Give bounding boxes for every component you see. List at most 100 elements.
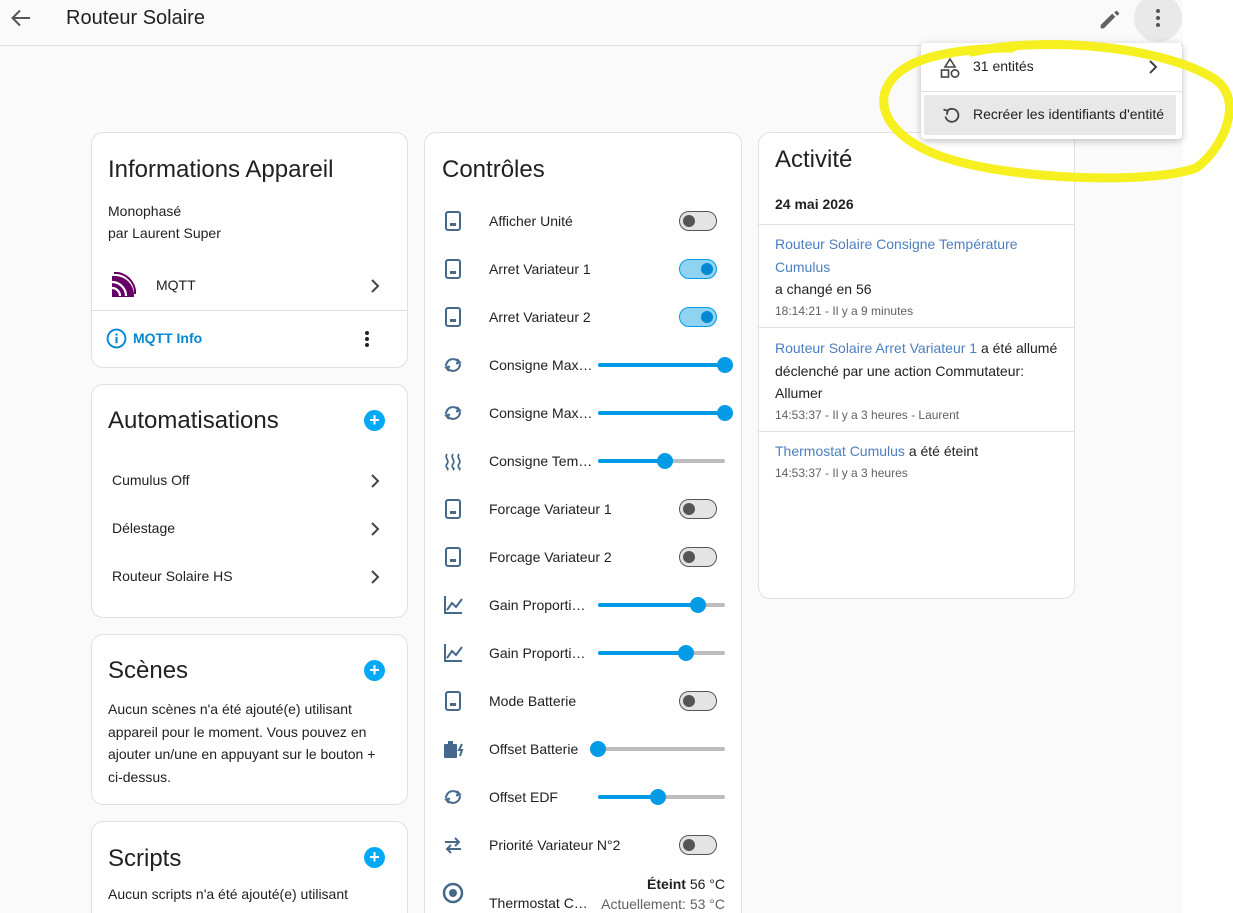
cellphone-icon bbox=[445, 547, 461, 567]
cycle-arrows-icon bbox=[444, 790, 462, 804]
control-label[interactable]: Forcage Variateur 1 bbox=[489, 501, 612, 517]
toggle-switch[interactable] bbox=[679, 547, 717, 567]
menu-divider bbox=[921, 91, 1182, 92]
toggle-knob bbox=[683, 695, 695, 707]
slider[interactable] bbox=[598, 357, 733, 373]
menu-recreate-label: Recréer les identifiants d'entité bbox=[973, 106, 1164, 122]
activity-entity-link[interactable]: Thermostat Cumulus bbox=[775, 443, 905, 459]
cellphone-icon bbox=[445, 259, 461, 279]
activity-entity-link[interactable]: Routeur Solaire Consigne Température Cum… bbox=[775, 236, 1018, 275]
overflow-menu: 31 entités Recréer les identifiants d'en… bbox=[921, 43, 1182, 139]
integration-row[interactable] bbox=[92, 262, 407, 308]
page-margin bbox=[1183, 0, 1233, 913]
slider-thumb[interactable] bbox=[590, 741, 606, 757]
toggle-switch[interactable] bbox=[679, 211, 717, 231]
climate-state: Éteint 56 °C bbox=[647, 876, 725, 892]
mqtt-info-label: MQTT Info bbox=[133, 330, 203, 346]
back-arrow-icon[interactable] bbox=[4, 0, 34, 36]
slider-thumb[interactable] bbox=[677, 645, 694, 661]
toggle-switch[interactable] bbox=[679, 691, 717, 711]
divider bbox=[759, 327, 1074, 328]
toggle-switch[interactable] bbox=[679, 499, 717, 519]
divider bbox=[759, 431, 1074, 432]
battery-charging-icon bbox=[444, 741, 464, 758]
mqtt-info-button[interactable]: MQTT Info bbox=[106, 326, 206, 350]
automation-item[interactable]: Cumulus Off bbox=[92, 456, 407, 504]
menu-item-entities[interactable]: 31 entités bbox=[924, 47, 1176, 87]
slider[interactable] bbox=[598, 645, 725, 661]
toggle-knob bbox=[683, 839, 695, 851]
slider[interactable] bbox=[598, 789, 725, 805]
chevron-right-icon bbox=[371, 570, 380, 584]
shapes-icon bbox=[940, 57, 960, 79]
automations-title: Automatisations bbox=[108, 407, 279, 434]
control-label[interactable]: Forcage Variateur 2 bbox=[489, 549, 612, 565]
slider-thumb[interactable] bbox=[649, 789, 666, 805]
slider-fill bbox=[598, 459, 666, 463]
slider[interactable] bbox=[590, 741, 725, 757]
toggle-knob bbox=[683, 551, 695, 563]
automation-label: Routeur Solaire HS bbox=[112, 568, 233, 584]
control-label[interactable]: Thermostat C… bbox=[489, 895, 588, 911]
overflow-menu-button[interactable] bbox=[1134, 0, 1182, 42]
control-label[interactable]: Afficher Unité bbox=[489, 213, 573, 229]
cellphone-icon bbox=[445, 691, 461, 711]
control-label[interactable]: Arret Variateur 2 bbox=[489, 309, 591, 325]
info-circle-icon bbox=[106, 328, 127, 349]
control-label[interactable]: Mode Batterie bbox=[489, 693, 576, 709]
add-script-button[interactable]: + bbox=[364, 847, 385, 868]
dots-vertical-icon[interactable] bbox=[357, 329, 377, 349]
slider[interactable] bbox=[598, 597, 725, 613]
toggle-knob bbox=[701, 263, 713, 275]
toggle-switch[interactable] bbox=[679, 259, 717, 279]
control-label[interactable]: Consigne Max… bbox=[489, 405, 593, 421]
edit-pencil-icon[interactable] bbox=[1096, 5, 1124, 33]
activity-entity-link[interactable]: Routeur Solaire Arret Variateur 1 bbox=[775, 340, 977, 356]
add-scene-button[interactable]: + bbox=[364, 660, 385, 681]
add-automation-button[interactable]: + bbox=[364, 410, 385, 431]
slider-thumb[interactable] bbox=[717, 357, 733, 373]
menu-item-recreate-entity-ids[interactable]: Recréer les identifiants d'entité bbox=[924, 95, 1176, 135]
toggle-switch[interactable] bbox=[679, 307, 717, 327]
slider[interactable] bbox=[598, 405, 733, 421]
heat-waves-icon bbox=[445, 453, 461, 471]
activity-text: a été éteint bbox=[908, 443, 979, 459]
scenes-title: Scènes bbox=[108, 657, 189, 684]
slider-thumb[interactable] bbox=[717, 405, 733, 421]
automation-item[interactable]: Routeur Solaire HS bbox=[92, 552, 407, 600]
control-label[interactable]: Consigne Tem… bbox=[489, 453, 592, 469]
swap-arrows-icon bbox=[445, 837, 461, 854]
activity-meta: 14:53:37 - Il y a 3 heures - Laurent bbox=[775, 407, 960, 422]
control-label[interactable]: Consigne Max… bbox=[489, 357, 593, 373]
automation-label: Délestage bbox=[112, 520, 176, 536]
control-label[interactable]: Priorité Variateur N°2 bbox=[489, 837, 620, 853]
divider bbox=[759, 224, 1074, 225]
chart-line-icon bbox=[444, 596, 463, 614]
toggle-switch[interactable] bbox=[679, 835, 717, 855]
activity-title: Activité bbox=[775, 146, 853, 173]
chevron-right-icon bbox=[371, 279, 380, 293]
divider bbox=[92, 310, 407, 311]
slider[interactable] bbox=[598, 453, 725, 469]
dots-vertical-icon bbox=[1156, 9, 1160, 27]
activity-date: 24 mai 2026 bbox=[775, 196, 854, 212]
control-label[interactable]: Offset EDF bbox=[489, 789, 558, 805]
control-label[interactable]: Gain Proporti… bbox=[489, 645, 585, 661]
mqtt-icon bbox=[110, 272, 136, 298]
menu-entities-label: 31 entités bbox=[973, 58, 1034, 74]
automation-label: Cumulus Off bbox=[112, 472, 190, 488]
control-label[interactable]: Offset Batterie bbox=[489, 741, 578, 757]
cycle-arrows-icon bbox=[444, 358, 462, 372]
scenes-empty-text: Aucun scènes n'a été ajouté(e) utilisant… bbox=[108, 701, 376, 785]
climate-target: 56 °C bbox=[689, 876, 725, 892]
activity-text: a changé en 56 bbox=[775, 281, 872, 297]
activity-entry: Routeur Solaire Consigne Température Cum… bbox=[775, 233, 1060, 321]
control-label[interactable]: Arret Variateur 1 bbox=[489, 261, 591, 277]
page-title: Routeur Solaire bbox=[66, 7, 205, 29]
automation-item[interactable]: Délestage bbox=[92, 504, 407, 552]
toggle-knob bbox=[683, 503, 695, 515]
slider-fill bbox=[598, 603, 699, 607]
control-label[interactable]: Gain Proporti… bbox=[489, 597, 585, 613]
climate-hvac-state: Éteint bbox=[647, 876, 686, 892]
chart-line-icon bbox=[444, 644, 463, 662]
